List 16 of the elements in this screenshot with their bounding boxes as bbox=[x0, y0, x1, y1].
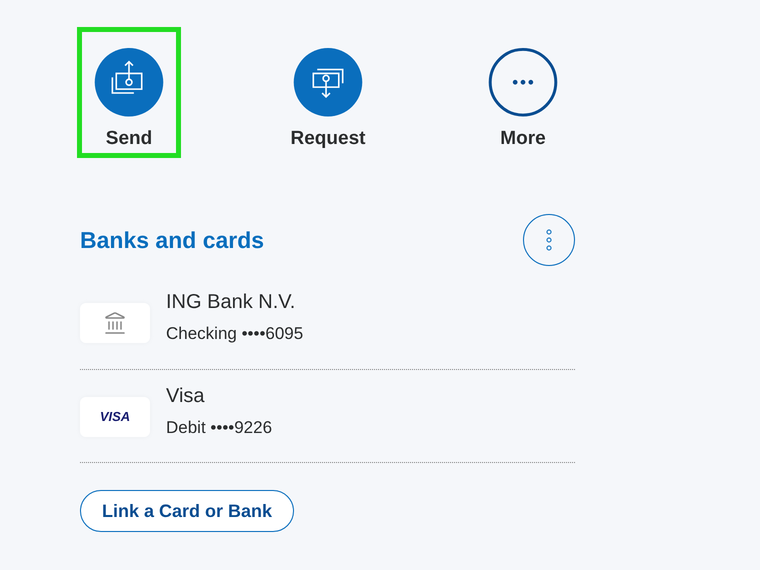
account-detail: Debit ••••9226 bbox=[166, 416, 272, 438]
section-title: Banks and cards bbox=[80, 226, 264, 255]
account-detail: Checking ••••6095 bbox=[166, 323, 304, 345]
options-button[interactable] bbox=[523, 214, 575, 266]
request-action-button[interactable]: Request bbox=[276, 27, 380, 158]
send-action-button[interactable]: Send bbox=[77, 27, 181, 158]
more-action-button[interactable]: More bbox=[471, 27, 575, 158]
more-icon bbox=[488, 48, 558, 116]
link-card-or-bank-button[interactable]: Link a Card or Bank bbox=[80, 490, 294, 532]
card-brand: VISA bbox=[100, 408, 130, 426]
vertical-dots-icon bbox=[546, 229, 552, 251]
account-name: Visa bbox=[166, 384, 206, 408]
account-name: ING Bank N.V. bbox=[166, 290, 296, 315]
money-upload-icon bbox=[94, 48, 164, 116]
money-download-icon bbox=[293, 48, 363, 116]
bank-icon bbox=[103, 311, 127, 335]
